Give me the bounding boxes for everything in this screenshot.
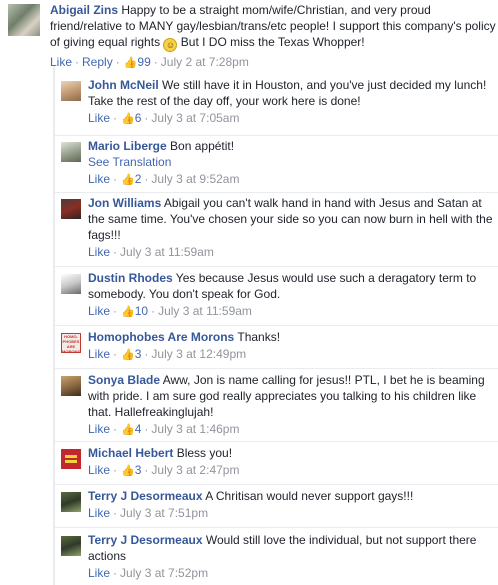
like-button[interactable]: Like	[88, 304, 110, 318]
reply-author[interactable]: Jon Williams	[88, 196, 161, 210]
reply-meta: Like · 👍2 · July 3 at 9:52am	[88, 172, 240, 186]
thumbs-up-icon: 👍	[121, 174, 135, 186]
reply-meta: Like · 👍10 · July 3 at 11:59am	[88, 304, 252, 318]
avatar[interactable]	[61, 274, 81, 294]
reply-message: Bless you!	[176, 446, 233, 460]
reply-author[interactable]: Terry J Desormeaux	[88, 533, 203, 547]
reply-timestamp[interactable]: July 3 at 11:59am	[120, 245, 214, 259]
avatar[interactable]	[61, 142, 81, 162]
reply-timestamp[interactable]: July 3 at 12:49pm	[151, 347, 246, 361]
equality-bar-top	[65, 455, 77, 458]
like-count[interactable]: 2	[135, 172, 142, 186]
reply-text: Dustin Rhodes Yes because Jesus would us…	[88, 270, 496, 302]
avatar[interactable]	[61, 536, 81, 556]
like-count[interactable]: 3	[135, 347, 142, 361]
reply-author[interactable]: Sonya Blade	[88, 373, 160, 387]
reply-meta: Like · 👍4 · July 3 at 1:46pm	[88, 422, 240, 436]
reply-timestamp[interactable]: July 3 at 7:52pm	[120, 566, 208, 580]
comment-message-end: But I DO miss the Texas Whopper!	[180, 35, 365, 49]
reply-timestamp[interactable]: July 3 at 9:52am	[151, 172, 239, 186]
like-count[interactable]: 3	[135, 463, 142, 477]
divider	[55, 192, 498, 193]
reply-author[interactable]: Homophobes Are Morons	[88, 330, 234, 344]
reply-timestamp[interactable]: July 3 at 2:47pm	[151, 463, 239, 477]
reply-author[interactable]: Terry J Desormeaux	[88, 489, 203, 503]
divider	[55, 441, 498, 442]
like-button[interactable]: Like	[88, 111, 110, 125]
divider	[55, 527, 498, 528]
replies-list: John McNeil We still have it in Houston,…	[53, 66, 498, 585]
divider	[55, 135, 498, 136]
reply-timestamp[interactable]: July 3 at 7:05am	[151, 111, 239, 125]
like-button[interactable]: Like	[88, 422, 110, 436]
avatar[interactable]	[61, 492, 81, 512]
thumbs-up-icon: 👍	[121, 424, 135, 436]
avatar[interactable]	[61, 449, 81, 469]
divider	[55, 484, 498, 485]
reply-meta: Like · July 3 at 7:52pm	[88, 566, 209, 580]
like-count[interactable]: 6	[135, 111, 142, 125]
like-count[interactable]: 4	[135, 422, 142, 436]
avatar[interactable]: HOMO-PHOBES ARE MORONS	[61, 333, 81, 353]
like-button[interactable]: Like	[88, 506, 110, 520]
reply-text: Terry J Desormeaux A Chritisan would nev…	[88, 488, 496, 504]
reply-text: Terry J Desormeaux Would still love the …	[88, 532, 496, 564]
reply-message: Bon appétit!	[170, 139, 235, 153]
like-button[interactable]: Like	[88, 245, 110, 259]
smiley-emoji-icon: ☺	[163, 38, 178, 52]
reply-timestamp[interactable]: July 3 at 1:46pm	[151, 422, 239, 436]
divider	[55, 368, 498, 369]
equality-bar-bottom	[65, 460, 77, 463]
reply-author[interactable]: Mario Liberge	[88, 139, 167, 153]
reply-meta: Like · 👍3 · July 3 at 12:49pm	[88, 347, 247, 361]
reply-meta: Like · July 3 at 11:59am	[88, 245, 214, 259]
avatar[interactable]	[61, 376, 81, 396]
reply-timestamp[interactable]: July 3 at 7:51pm	[120, 506, 208, 520]
like-button[interactable]: Like	[88, 347, 110, 361]
reply-text: Michael Hebert Bless you!	[88, 445, 496, 461]
reply-text: Sonya Blade Aww, Jon is name calling for…	[88, 372, 496, 420]
comment-text: Abigail Zins Happy to be a straight mom/…	[50, 2, 496, 52]
avatar[interactable]	[61, 81, 81, 101]
divider	[55, 325, 498, 326]
reply-author[interactable]: Michael Hebert	[88, 446, 173, 460]
avatar[interactable]	[61, 199, 81, 219]
thumbs-up-icon: 👍	[121, 349, 135, 361]
reply-message: A Chritisan would never support gays!!!	[205, 489, 414, 503]
reply-meta: Like · July 3 at 7:51pm	[88, 506, 209, 520]
reply-text: Jon Williams Abigail you can't walk hand…	[88, 195, 496, 243]
see-translation-link[interactable]: See Translation	[88, 154, 496, 170]
thumbs-up-icon: 👍	[121, 465, 135, 477]
reply-meta: Like · 👍6 · July 3 at 7:05am	[88, 111, 240, 125]
comment-body: Abigail Zins Happy to be a straight mom/…	[50, 2, 496, 71]
thumbs-up-icon: 👍	[121, 306, 135, 318]
comment-author[interactable]: Abigail Zins	[50, 3, 118, 17]
like-button[interactable]: Like	[88, 566, 110, 580]
reply-text: John McNeil We still have it in Houston,…	[88, 77, 496, 109]
like-button[interactable]: Like	[88, 463, 110, 477]
divider	[55, 266, 498, 267]
reply-timestamp[interactable]: July 3 at 11:59am	[158, 304, 252, 318]
like-button[interactable]: Like	[88, 172, 110, 186]
thumbs-up-icon: 👍	[121, 113, 135, 125]
reply-author[interactable]: Dustin Rhodes	[88, 271, 173, 285]
like-count[interactable]: 10	[135, 304, 148, 318]
reply-meta: Like · 👍3 · July 3 at 2:47pm	[88, 463, 240, 477]
reply-text: Mario Liberge Bon appétit!	[88, 138, 496, 154]
reply-text: Homophobes Are Morons Thanks!	[88, 329, 496, 345]
reply-message: Thanks!	[237, 330, 281, 344]
avatar[interactable]	[8, 4, 40, 36]
reply-author[interactable]: John McNeil	[88, 78, 159, 92]
